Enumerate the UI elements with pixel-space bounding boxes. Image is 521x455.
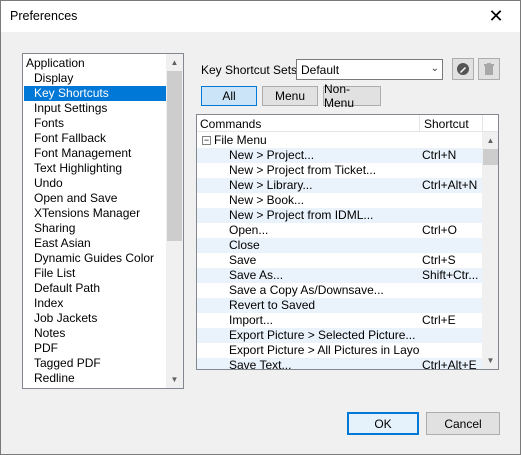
shortcut-cell: Ctrl+E: [422, 313, 456, 327]
category-item[interactable]: Open and Save: [24, 191, 168, 206]
shortcut-cell: Shift+Ctr...: [422, 268, 479, 282]
category-scrollbar[interactable]: ▲ ▼: [166, 54, 183, 388]
category-item[interactable]: PDF: [24, 341, 168, 356]
command-cell: Export Picture > Selected Picture...: [229, 328, 416, 342]
category-item[interactable]: Undo: [24, 176, 168, 191]
table-row[interactable]: New > Book...: [197, 193, 482, 208]
table-row[interactable]: Revert to Saved: [197, 298, 482, 313]
category-item[interactable]: Font Management: [24, 146, 168, 161]
scroll-thumb[interactable]: [167, 71, 182, 241]
shortcuts-scrollbar[interactable]: ▲ ▼: [482, 132, 498, 369]
table-row[interactable]: New > Project... Ctrl+N: [197, 148, 482, 163]
table-row[interactable]: Export Picture > Selected Picture...: [197, 328, 482, 343]
column-divider[interactable]: [482, 115, 483, 132]
chevron-down-icon: ⌄: [430, 63, 439, 74]
column-header-shortcut[interactable]: Shortcut: [424, 117, 469, 131]
collapse-icon[interactable]: −: [202, 136, 211, 145]
key-shortcut-sets-dropdown[interactable]: Default ⌄: [296, 59, 443, 80]
category-item[interactable]: Application: [24, 56, 168, 71]
category-item[interactable]: Display: [24, 71, 168, 86]
key-shortcut-sets-value: Default: [301, 63, 340, 77]
command-cell: New > Library...: [229, 178, 313, 192]
table-row[interactable]: Open... Ctrl+O: [197, 223, 482, 238]
table-row[interactable]: Save As... Shift+Ctr...: [197, 268, 482, 283]
scroll-down-icon[interactable]: ▼: [166, 371, 183, 388]
category-item[interactable]: Dynamic Guides Color: [24, 251, 168, 266]
table-row[interactable]: New > Project from Ticket...: [197, 163, 482, 178]
key-shortcut-sets-label: Key Shortcut Sets:: [201, 63, 301, 77]
category-item[interactable]: Notes: [24, 326, 168, 341]
command-cell: Close: [229, 238, 260, 252]
command-cell: New > Project from IDML...: [229, 208, 374, 222]
filter-non-menu-button[interactable]: Non-Menu: [323, 82, 381, 110]
category-item[interactable]: Font Fallback: [24, 131, 168, 146]
window-title: Preferences: [10, 9, 78, 23]
command-cell: New > Project from Ticket...: [229, 163, 377, 177]
column-header-commands[interactable]: Commands: [200, 117, 261, 131]
table-row[interactable]: New > Library... Ctrl+Alt+N: [197, 178, 482, 193]
table-header: Commands Shortcut: [197, 115, 498, 132]
table-row[interactable]: Close: [197, 238, 482, 253]
column-divider[interactable]: [419, 115, 420, 132]
shortcut-cell: Ctrl+Alt+E: [422, 358, 477, 370]
command-cell: Revert to Saved: [229, 298, 316, 312]
scroll-down-icon[interactable]: ▼: [482, 352, 498, 369]
category-item[interactable]: Fonts: [24, 116, 168, 131]
command-cell: New > Project...: [229, 148, 315, 162]
scroll-up-icon[interactable]: ▲: [482, 132, 498, 149]
command-cell: Export Picture > All Pictures in Layo...: [229, 343, 419, 357]
category-item[interactable]: Input Settings: [24, 101, 168, 116]
delete-set-button[interactable]: [478, 58, 500, 80]
shortcut-cell: Ctrl+S: [422, 253, 456, 267]
category-item[interactable]: Index: [24, 296, 168, 311]
category-item[interactable]: Text Highlighting: [24, 161, 168, 176]
command-cell: File Menu: [214, 133, 267, 147]
category-item[interactable]: Sharing: [24, 221, 168, 236]
command-cell: Save As...: [229, 268, 284, 282]
table-row[interactable]: Import... Ctrl+E: [197, 313, 482, 328]
table-row[interactable]: Export Picture > All Pictures in Layo...: [197, 343, 482, 358]
command-cell: Save Text...: [229, 358, 292, 370]
category-list[interactable]: Redline Tagged PDF PDF Notes Job Jackets Inde…: [22, 53, 184, 389]
category-item[interactable]: Job Jackets: [24, 311, 168, 326]
category-item[interactable]: Tagged PDF: [24, 356, 168, 371]
table-group-row[interactable]: − File Menu: [197, 133, 482, 148]
category-item[interactable]: Key Shortcuts: [24, 86, 168, 101]
title-bar: Preferences ✕: [1, 1, 520, 32]
category-item[interactable]: Default Path: [24, 281, 168, 296]
trash-icon: [484, 63, 494, 75]
ok-button[interactable]: OK: [347, 412, 419, 435]
shortcut-cell: Ctrl+Alt+N: [422, 178, 478, 192]
filter-all-button[interactable]: All: [201, 86, 257, 106]
category-item[interactable]: Redline: [24, 371, 168, 386]
close-icon[interactable]: ✕: [474, 1, 518, 31]
command-cell: Open...: [229, 223, 269, 237]
table-row[interactable]: Save a Copy As/Downsave...: [197, 283, 482, 298]
command-cell: Save: [229, 253, 257, 267]
cancel-button[interactable]: Cancel: [426, 412, 500, 435]
command-cell: Save a Copy As/Downsave...: [229, 283, 384, 297]
edit-set-button[interactable]: [452, 58, 474, 80]
table-row[interactable]: Save Text... Ctrl+Alt+E: [197, 358, 482, 370]
shortcut-cell: Ctrl+N: [422, 148, 457, 162]
shortcuts-table[interactable]: Commands Shortcut ▲ ▼ − File Menu New > Pr…: [196, 114, 499, 370]
scroll-thumb[interactable]: [483, 149, 498, 165]
table-row[interactable]: New > Project from IDML...: [197, 208, 482, 223]
pencil-icon: [457, 63, 469, 75]
table-row[interactable]: Save Ctrl+S: [197, 253, 482, 268]
shortcut-cell: Ctrl+O: [422, 223, 458, 237]
category-item[interactable]: File List: [24, 266, 168, 281]
category-item[interactable]: XTensions Manager: [24, 206, 168, 221]
command-cell: New > Book...: [229, 193, 305, 207]
category-item[interactable]: East Asian: [24, 236, 168, 251]
scroll-up-icon[interactable]: ▲: [166, 54, 183, 71]
command-cell: Import...: [229, 313, 274, 327]
preferences-dialog: Preferences ✕ Redline Tagged PDF PDF Notes J…: [0, 0, 521, 455]
filter-menu-button[interactable]: Menu: [262, 86, 318, 106]
